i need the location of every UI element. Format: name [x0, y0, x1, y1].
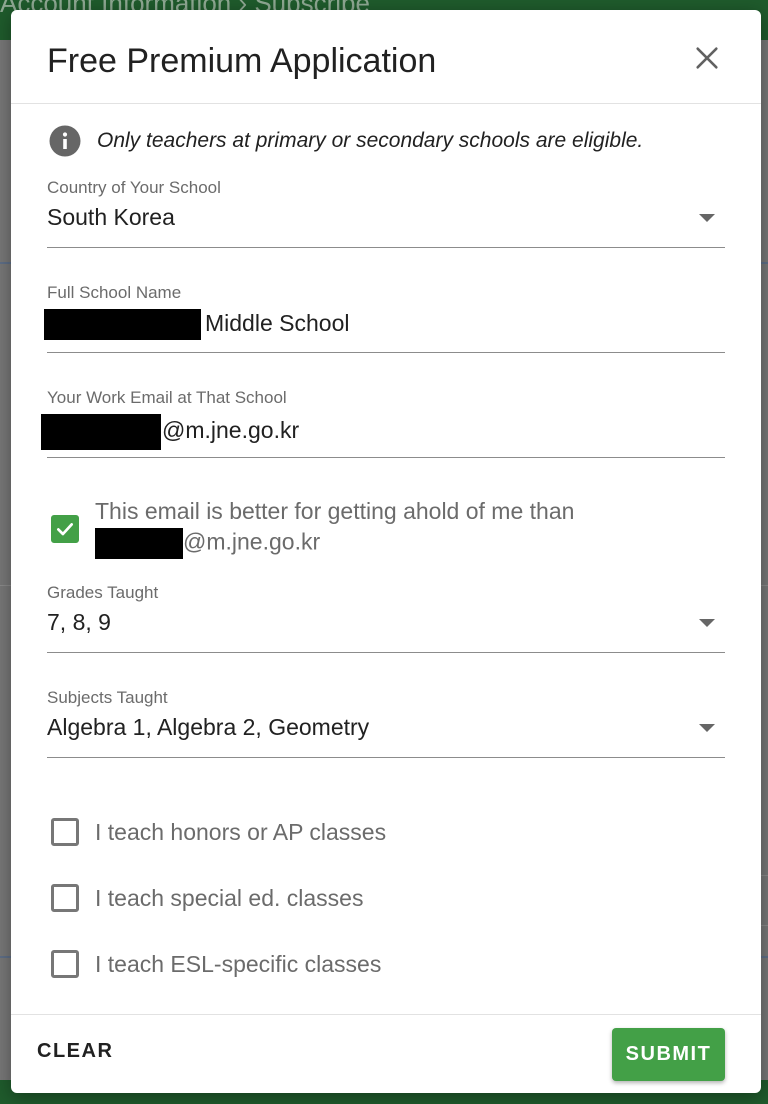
subjects-label: Subjects Taught	[47, 688, 168, 707]
work-email-field[interactable]: Your Work Email at That School @m.jne.go…	[41, 388, 725, 458]
school-name-field[interactable]: Full School Name Middle School	[44, 283, 725, 353]
country-label: Country of Your School	[47, 178, 221, 197]
background-divider	[760, 925, 768, 926]
background-divider	[760, 956, 768, 958]
notice-text: Only teachers at primary or secondary sc…	[97, 129, 644, 152]
dialog-header: Free Premium Application	[11, 10, 761, 104]
checkbox-unchecked[interactable]	[51, 884, 79, 912]
special-ed-label: I teach special ed. classes	[95, 884, 364, 911]
submit-button[interactable]: SUBMIT	[612, 1028, 725, 1081]
school-name-value: Middle School	[44, 309, 349, 340]
caret-down-icon	[699, 214, 715, 222]
background-divider	[760, 262, 768, 264]
esl-checkbox[interactable]: I teach ESL-specific classes	[51, 950, 381, 978]
background-divider	[760, 875, 768, 876]
close-button[interactable]	[693, 44, 721, 72]
grades-select[interactable]: Grades Taught 7, 8, 9	[47, 583, 725, 653]
dialog-footer: CLEAR SUBMIT	[11, 1014, 761, 1093]
country-value: South Korea	[47, 204, 175, 230]
subjects-select[interactable]: Subjects Taught Algebra 1, Algebra 2, Ge…	[47, 688, 725, 758]
checkbox-unchecked[interactable]	[51, 950, 79, 978]
grades-value: 7, 8, 9	[47, 609, 111, 635]
email-preference-text: This email is better for getting ahold o…	[95, 498, 575, 524]
esl-label: I teach ESL-specific classes	[95, 950, 382, 977]
work-email-value: @m.jne.go.kr	[41, 414, 299, 450]
honors-ap-label: I teach honors or AP classes	[95, 818, 387, 845]
special-ed-checkbox[interactable]: I teach special ed. classes	[51, 884, 363, 912]
caret-down-icon	[699, 724, 715, 732]
redacted-block	[41, 414, 161, 450]
clear-button[interactable]: CLEAR	[37, 1040, 113, 1063]
email-preference-suffix: @m.jne.go.kr	[183, 528, 321, 555]
work-email-label: Your Work Email at That School	[47, 388, 287, 407]
caret-down-icon	[699, 619, 715, 627]
dialog-title: Free Premium Application	[47, 42, 437, 80]
eligibility-notice: Only teachers at primary or secondary sc…	[49, 125, 643, 157]
grades-label: Grades Taught	[47, 583, 159, 602]
close-icon	[696, 47, 718, 69]
redacted-block	[44, 309, 201, 340]
info-icon	[49, 125, 81, 157]
checkbox-checked[interactable]	[51, 515, 79, 543]
honors-ap-checkbox[interactable]: I teach honors or AP classes	[51, 818, 386, 846]
background-divider	[760, 585, 768, 586]
work-email-suffix: @m.jne.go.kr	[162, 417, 300, 444]
free-premium-application-dialog: Free Premium Application Only teachers a…	[11, 10, 761, 1093]
redacted-block	[95, 528, 183, 559]
country-select[interactable]: Country of Your School South Korea	[47, 178, 725, 248]
email-preference-email: @m.jne.go.kr	[95, 528, 320, 559]
checkbox-unchecked[interactable]	[51, 818, 79, 846]
school-name-label: Full School Name	[47, 283, 182, 302]
subjects-value: Algebra 1, Algebra 2, Geometry	[47, 714, 370, 740]
check-icon	[57, 523, 73, 536]
school-name-suffix: Middle School	[205, 309, 350, 336]
